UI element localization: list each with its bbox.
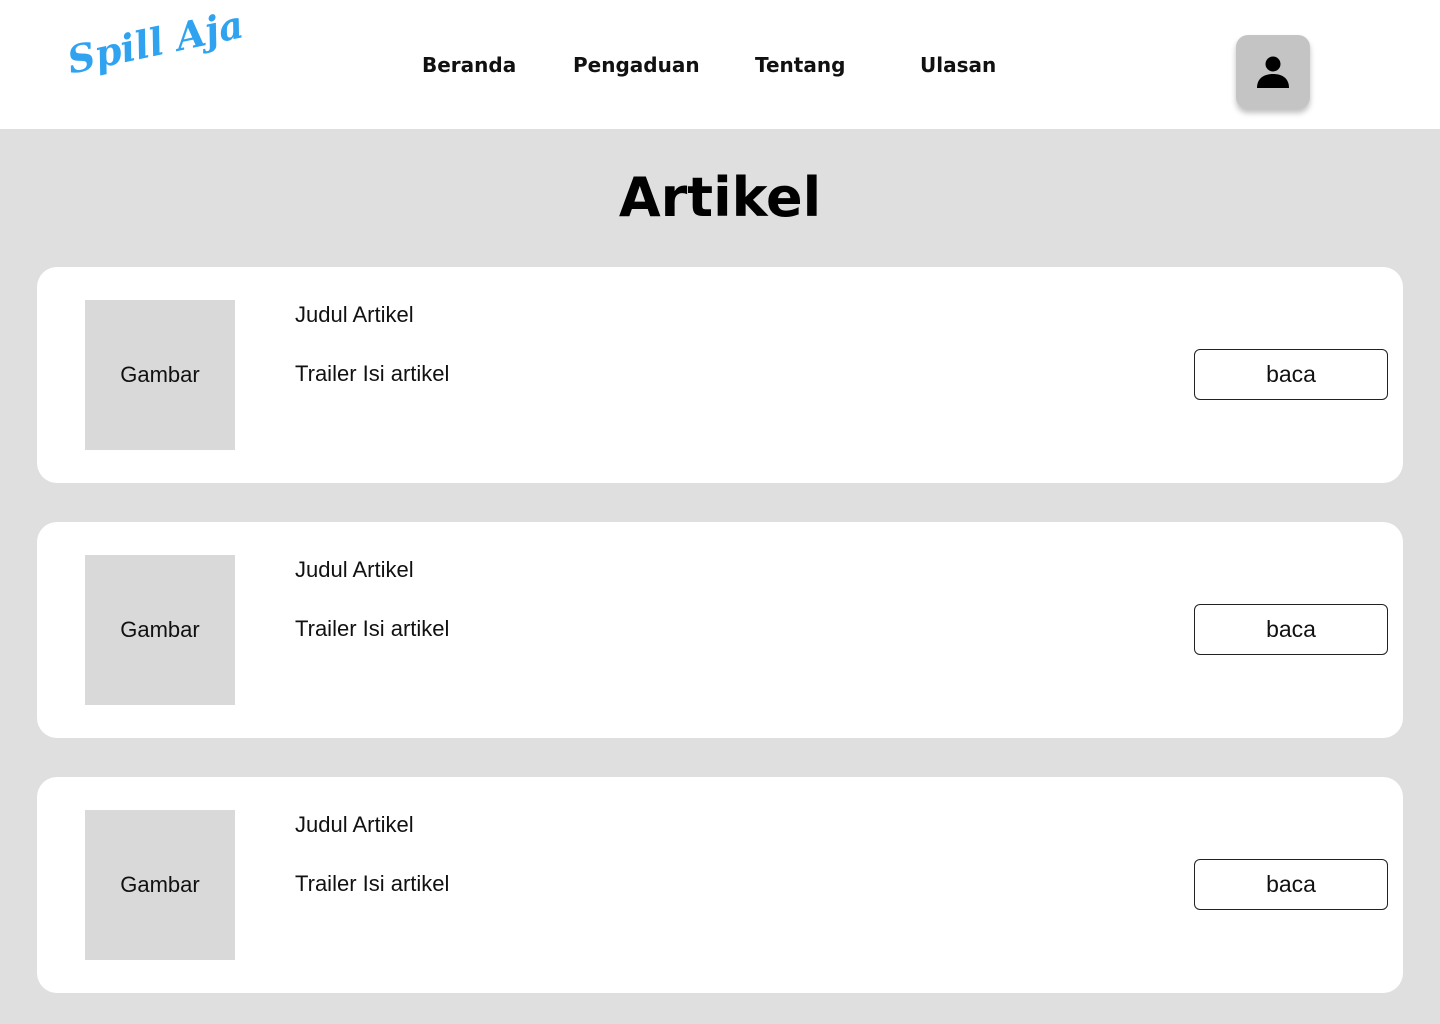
- article-image-placeholder: Gambar: [85, 300, 235, 450]
- article-card: Gambar Judul Artikel Trailer Isi artikel…: [37, 777, 1403, 993]
- top-navbar: Spill Aja Beranda Pengaduan Tentang Ulas…: [0, 0, 1440, 129]
- article-title: Judul Artikel: [295, 302, 414, 327]
- nav-item-tentang[interactable]: Tentang: [755, 52, 845, 78]
- read-button[interactable]: baca: [1194, 859, 1388, 910]
- article-card: Gambar Judul Artikel Trailer Isi artikel…: [37, 522, 1403, 738]
- nav-item-beranda[interactable]: Beranda: [422, 52, 516, 78]
- article-trailer: Trailer Isi artikel: [295, 361, 450, 386]
- read-button[interactable]: baca: [1194, 604, 1388, 655]
- nav-item-ulasan[interactable]: Ulasan: [920, 52, 996, 78]
- page-title: Artikel: [618, 166, 822, 229]
- article-image-placeholder: Gambar: [85, 810, 235, 960]
- brand-logo[interactable]: Spill Aja: [63, 1, 247, 82]
- article-title: Judul Artikel: [295, 557, 414, 582]
- article-trailer: Trailer Isi artikel: [295, 616, 450, 641]
- article-trailer: Trailer Isi artikel: [295, 871, 450, 896]
- profile-button[interactable]: [1236, 35, 1310, 109]
- article-image-placeholder: Gambar: [85, 555, 235, 705]
- read-button[interactable]: baca: [1194, 349, 1388, 400]
- user-icon: [1257, 56, 1289, 88]
- nav-item-pengaduan[interactable]: Pengaduan: [573, 52, 700, 78]
- article-card: Gambar Judul Artikel Trailer Isi artikel…: [37, 267, 1403, 483]
- article-title: Judul Artikel: [295, 812, 414, 837]
